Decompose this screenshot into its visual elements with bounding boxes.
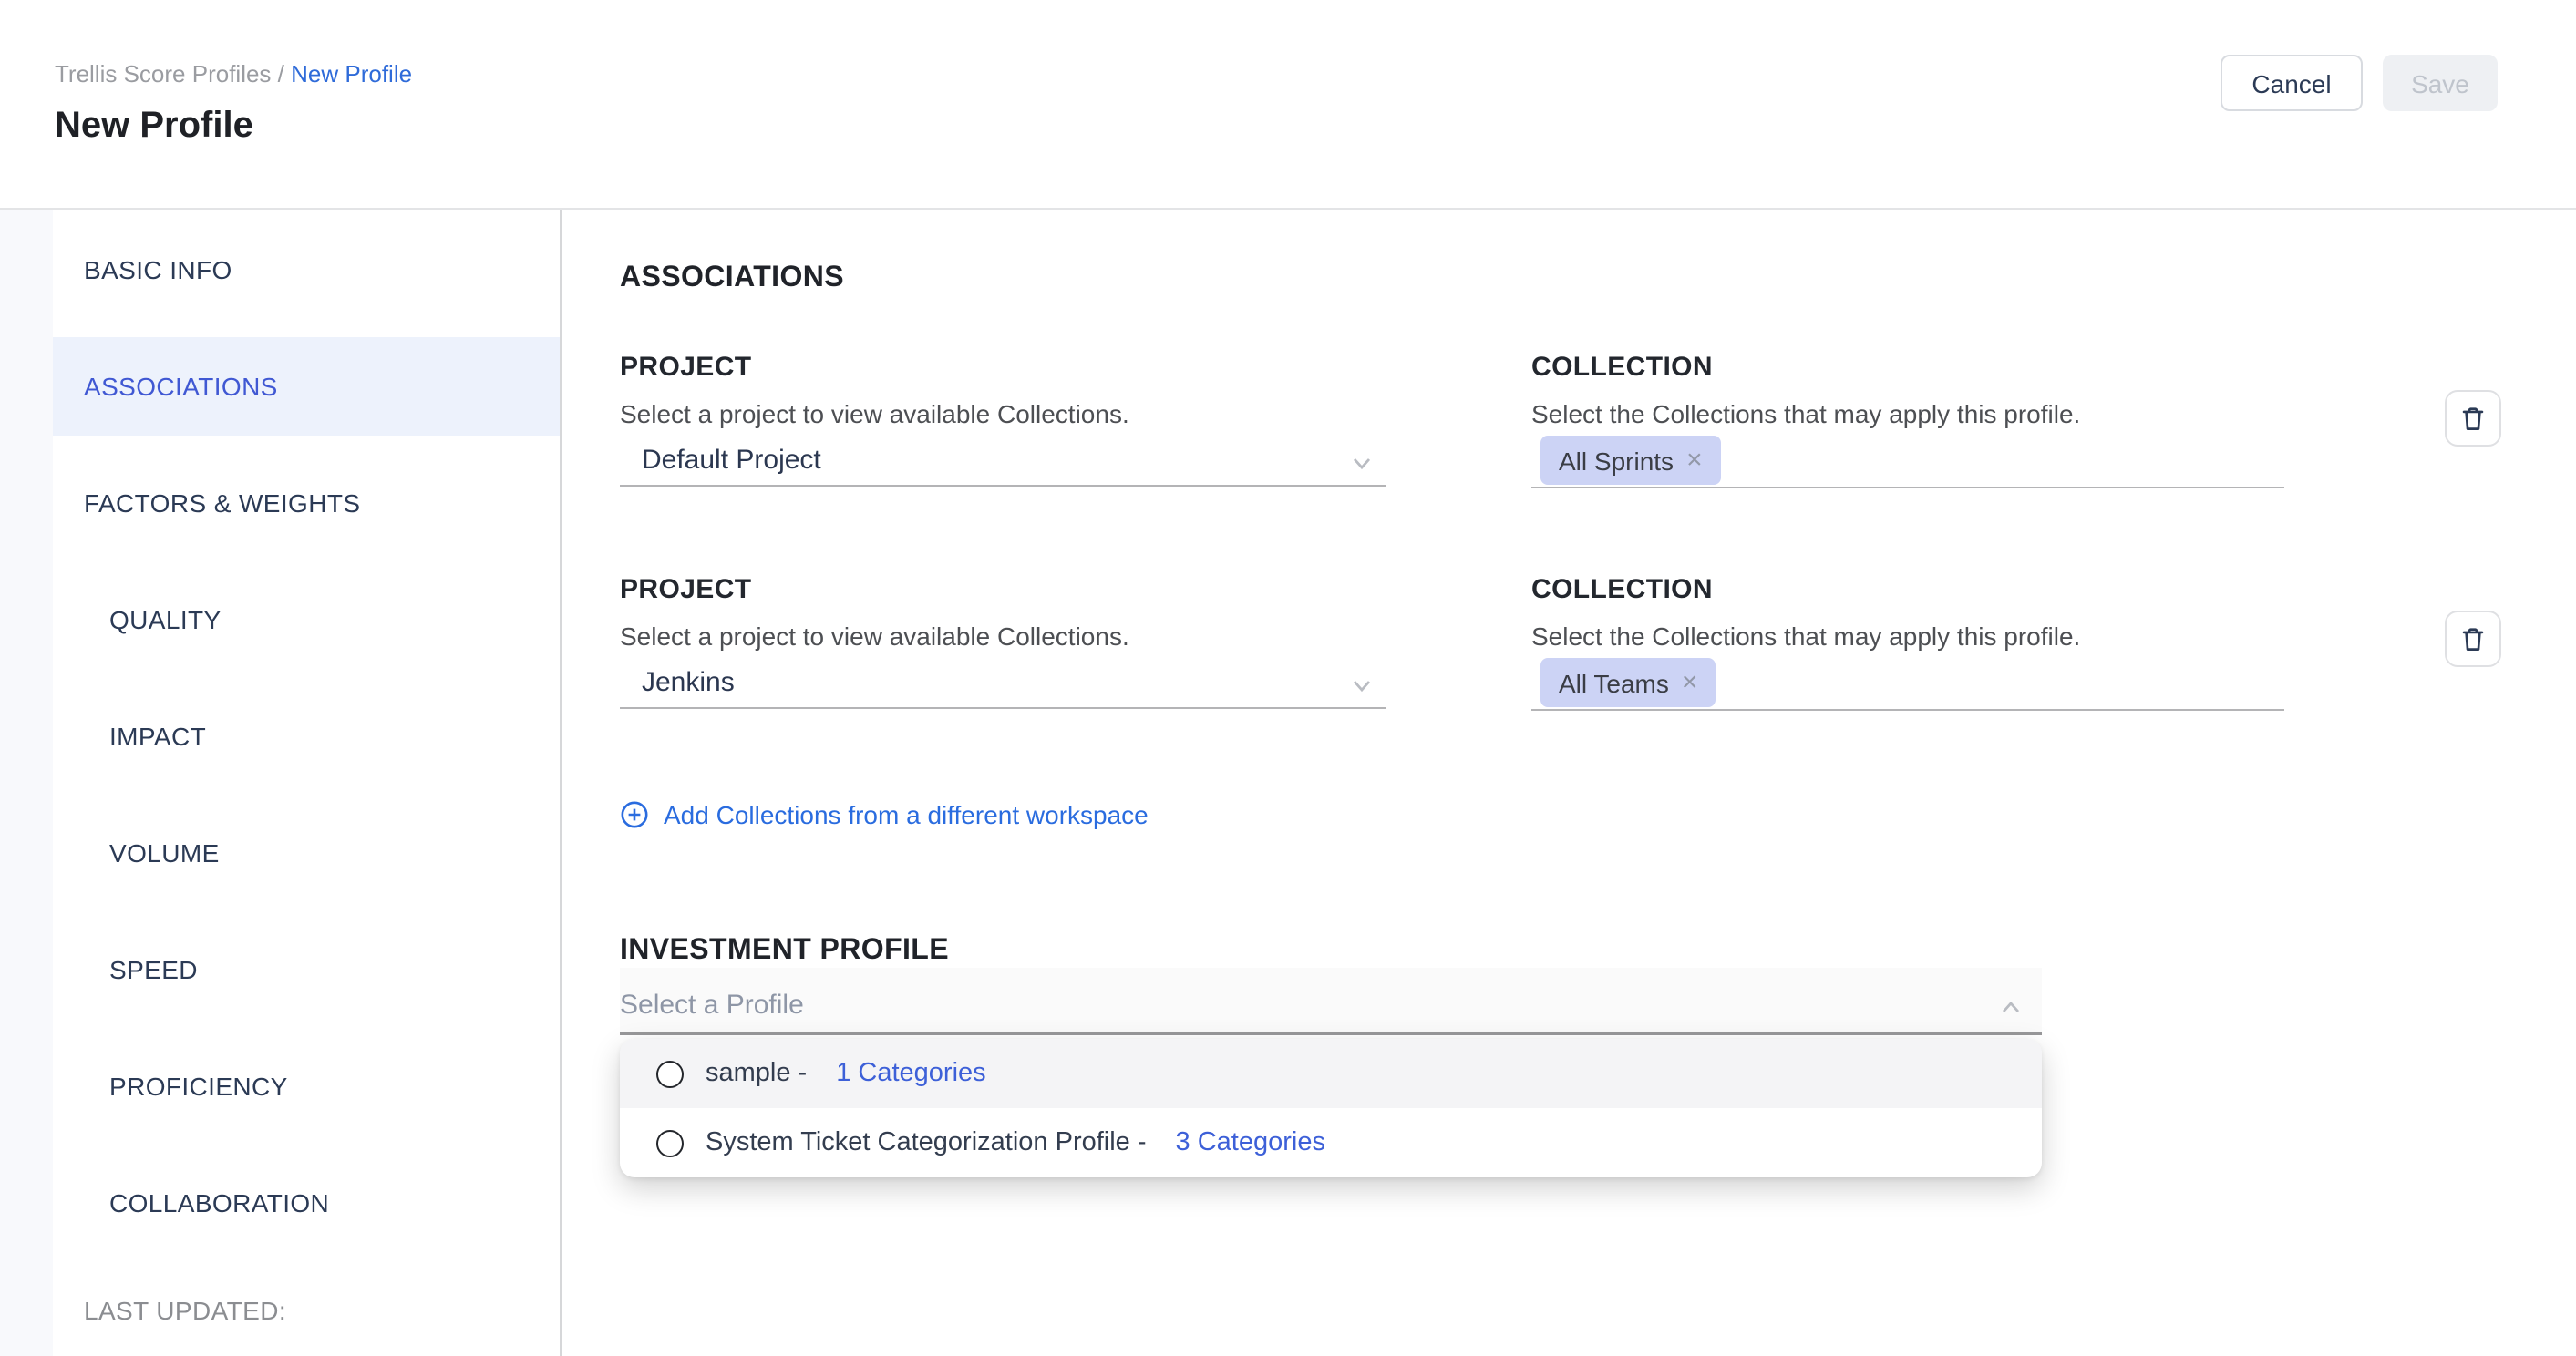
- page-title: New Profile: [55, 106, 253, 148]
- delete-association-button[interactable]: [2445, 611, 2501, 667]
- sidebar-item-impact[interactable]: IMPACT: [53, 687, 560, 786]
- sidebar-item-basic-info[interactable]: BASIC INFO: [53, 221, 560, 319]
- profile-option-name: System Ticket Categorization Profile -: [706, 1128, 1147, 1157]
- profile-select-underline: [620, 1032, 2042, 1035]
- project-select-value[interactable]: Jenkins: [642, 667, 735, 698]
- profile-option-categories-link[interactable]: 3 Categories: [1176, 1128, 1325, 1157]
- collection-help: Select the Collections that may apply th…: [1531, 622, 2080, 651]
- remove-tag-icon[interactable]: ×: [1682, 669, 1698, 696]
- breadcrumb-parent[interactable]: Trellis Score Profiles: [55, 60, 271, 87]
- save-button[interactable]: Save: [2383, 55, 2498, 111]
- sidebar-item-associations[interactable]: ASSOCIATIONS: [53, 337, 560, 436]
- sidebar-last-updated: LAST UPDATED:: [53, 1261, 560, 1356]
- collection-select-underline: [1531, 709, 2284, 711]
- sidebar-item-speed[interactable]: SPEED: [53, 920, 560, 1019]
- breadcrumb-separator: /: [271, 60, 291, 87]
- collection-tag[interactable]: All Teams ×: [1540, 658, 1716, 707]
- remove-tag-icon[interactable]: ×: [1686, 447, 1703, 474]
- breadcrumb: Trellis Score Profiles / New Profile: [55, 60, 412, 87]
- left-gutter: [0, 210, 53, 1356]
- collection-tag-label: All Teams: [1559, 668, 1669, 697]
- collection-label: COLLECTION: [1531, 574, 1713, 605]
- collection-label: COLLECTION: [1531, 352, 1713, 383]
- header-divider: [0, 208, 2576, 210]
- sidebar-divider: [560, 210, 562, 1356]
- profile-option-sample[interactable]: sample - 1 Categories: [620, 1039, 2042, 1108]
- sidebar-item-proficiency[interactable]: PROFICIENCY: [53, 1037, 560, 1135]
- sidebar-item-quality[interactable]: QUALITY: [53, 570, 560, 669]
- radio-icon[interactable]: [656, 1060, 684, 1087]
- sidebar-item-factors-weights[interactable]: FACTORS & WEIGHTS: [53, 454, 560, 552]
- sidebar-item-volume[interactable]: VOLUME: [53, 804, 560, 902]
- associations-section-title: ASSOCIATIONS: [620, 262, 844, 295]
- trash-icon: [2458, 623, 2488, 654]
- chevron-down-icon[interactable]: [1349, 673, 1375, 698]
- radio-icon[interactable]: [656, 1129, 684, 1156]
- project-help: Select a project to view available Colle…: [620, 399, 1129, 428]
- profile-select-placeholder: Select a Profile: [620, 990, 804, 1021]
- profile-option-name: sample -: [706, 1059, 807, 1088]
- project-label: PROJECT: [620, 574, 752, 605]
- profile-select[interactable]: [620, 968, 2042, 1033]
- sidebar-item-collaboration[interactable]: COLLABORATION: [53, 1154, 560, 1252]
- plus-circle-icon: [620, 800, 649, 829]
- cancel-button[interactable]: Cancel: [2221, 55, 2363, 111]
- trash-icon: [2458, 403, 2488, 434]
- project-select-value[interactable]: Default Project: [642, 445, 821, 476]
- project-select-underline: [620, 707, 1386, 709]
- add-collections-link[interactable]: Add Collections from a different workspa…: [620, 800, 1149, 829]
- breadcrumb-current[interactable]: New Profile: [291, 60, 412, 87]
- add-collections-label: Add Collections from a different workspa…: [664, 800, 1149, 829]
- project-select-underline: [620, 485, 1386, 487]
- project-label: PROJECT: [620, 352, 752, 383]
- chevron-up-icon[interactable]: [1998, 995, 2024, 1021]
- chevron-down-icon[interactable]: [1349, 450, 1375, 476]
- project-help: Select a project to view available Colle…: [620, 622, 1129, 651]
- profile-dropdown: sample - 1 Categories System Ticket Cate…: [620, 1039, 2042, 1177]
- profile-option-system-ticket[interactable]: System Ticket Categorization Profile - 3…: [620, 1108, 2042, 1177]
- collection-select-underline: [1531, 487, 2284, 488]
- collection-tag[interactable]: All Sprints ×: [1540, 436, 1721, 485]
- profile-option-categories-link[interactable]: 1 Categories: [836, 1059, 985, 1088]
- delete-association-button[interactable]: [2445, 390, 2501, 447]
- investment-profile-title: INVESTMENT PROFILE: [620, 935, 949, 968]
- collection-help: Select the Collections that may apply th…: [1531, 399, 2080, 428]
- collection-tag-label: All Sprints: [1559, 446, 1674, 475]
- new-profile-page: Trellis Score Profiles / New Profile New…: [0, 0, 2576, 1356]
